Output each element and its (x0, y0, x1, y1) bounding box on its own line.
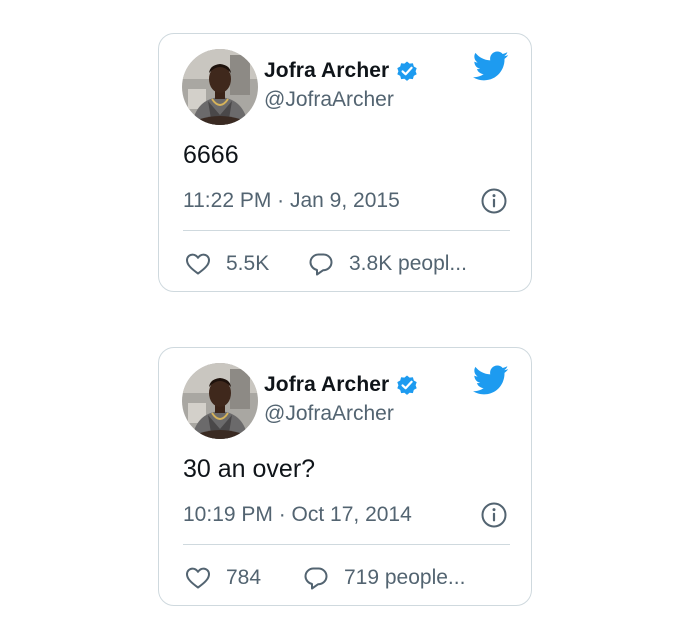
verified-badge-icon (395, 373, 419, 397)
like-button[interactable]: 784 (184, 562, 261, 594)
tweet-timestamp[interactable]: 11:22 PM · Jan 9, 2015 (183, 189, 400, 213)
info-icon[interactable] (480, 187, 508, 215)
author-name-row[interactable]: Jofra Archer (264, 372, 419, 398)
speech-bubble-icon (307, 250, 335, 278)
speech-bubble-icon (302, 564, 330, 592)
tweet-text: 6666 (183, 141, 239, 169)
reply-button[interactable]: 719 people... (302, 562, 465, 594)
like-count: 5.5K (226, 252, 270, 275)
reply-count: 3.8K peopl... (349, 252, 467, 275)
display-name[interactable]: Jofra Archer (264, 373, 389, 397)
info-icon[interactable] (480, 501, 508, 529)
tweet-card[interactable]: Jofra Archer @JofraArcher 30 an over? 10… (158, 347, 532, 606)
heart-icon (184, 564, 212, 592)
like-button[interactable]: 5.5K (184, 248, 269, 280)
tweet-card[interactable]: Jofra Archer @JofraArcher 6666 11:22 PM … (158, 33, 532, 292)
divider (183, 230, 510, 231)
author-name-row[interactable]: Jofra Archer (264, 58, 419, 84)
avatar[interactable] (182, 49, 258, 125)
twitter-bird-icon[interactable] (472, 365, 509, 397)
verified-badge-icon (395, 59, 419, 83)
display-name[interactable]: Jofra Archer (264, 59, 389, 83)
twitter-bird-icon[interactable] (472, 51, 509, 83)
tweet-text: 30 an over? (183, 455, 316, 483)
heart-icon (184, 250, 212, 278)
reply-count: 719 people... (344, 566, 466, 589)
author-handle[interactable]: @JofraArcher (264, 402, 394, 426)
tweet-timestamp[interactable]: 10:19 PM · Oct 17, 2014 (183, 503, 412, 527)
author-handle[interactable]: @JofraArcher (264, 88, 394, 112)
reply-button[interactable]: 3.8K peopl... (307, 248, 467, 280)
avatar[interactable] (182, 363, 258, 439)
divider (183, 544, 510, 545)
like-count: 784 (226, 566, 262, 589)
page: Jofra Archer @JofraArcher 6666 11:22 PM … (0, 0, 675, 629)
